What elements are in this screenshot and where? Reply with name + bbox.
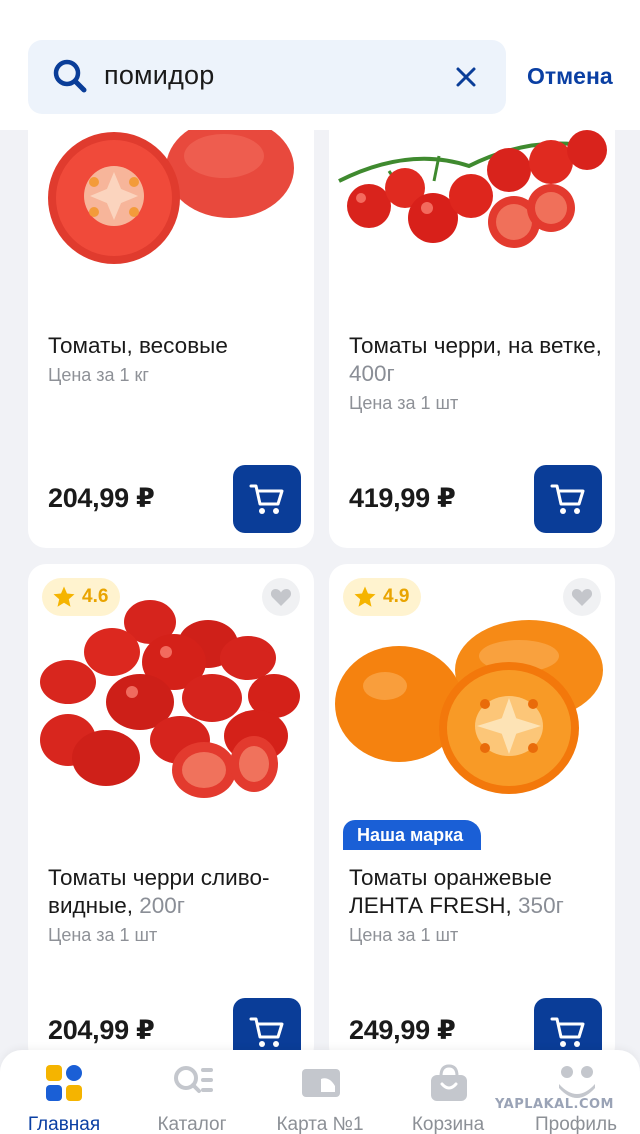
product-title[interactable]: Томаты черри сливо-видные, 200г (48, 864, 304, 920)
product-title[interactable]: Томаты оранжевые ЛЕНТА FRESH, 350г (349, 864, 605, 920)
catalog-icon (174, 1066, 213, 1093)
cart-icon (550, 484, 585, 514)
favorite-button[interactable] (262, 578, 300, 616)
tomato-halves-image (48, 118, 294, 264)
rating-value: 4.9 (383, 586, 410, 607)
cancel-button[interactable]: Отмена (527, 63, 613, 90)
watermark: YAPLAKAL.COM (495, 1097, 614, 1112)
search-input[interactable]: помидор (28, 40, 506, 114)
own-brand-badge: Наша марка (343, 820, 482, 850)
price-unit: Цена за 1 шт (349, 925, 459, 945)
cart-icon (550, 1017, 585, 1047)
price-unit: Цена за 1 кг (48, 365, 149, 385)
add-to-cart-button[interactable] (233, 465, 301, 533)
heart-icon (571, 589, 593, 606)
product-title[interactable]: Томаты черри, на ветке, 400г (349, 332, 605, 388)
cart-icon (249, 484, 284, 514)
nav-label: Корзина (411, 1114, 485, 1134)
product-price: 249,99 ₽ (349, 1015, 456, 1045)
search-query[interactable]: помидор (104, 60, 214, 91)
nav-label: Профиль (534, 1114, 618, 1134)
rating-badge: 4.6 (42, 578, 121, 616)
heart-icon (270, 589, 292, 606)
bottom-navigation: Главная Каталог Карта №1 Корзина Профиль (0, 1050, 640, 1134)
nav-label: Каталог (157, 1114, 227, 1134)
price-unit: Цена за 1 шт (349, 393, 459, 413)
nav-label: Главная (27, 1114, 101, 1134)
star-icon (354, 586, 376, 607)
product-price: 204,99 ₽ (48, 1015, 155, 1045)
rating-value: 4.6 (82, 586, 109, 607)
search-header: помидор Отмена (0, 0, 640, 130)
search-icon (53, 59, 87, 93)
product-grid: Томаты, весовые Цена за 1 кг 204,99 ₽ То… (0, 0, 640, 1134)
product-card[interactable]: 4.6 Томаты черри сливо-видные, 200г Цена… (28, 564, 314, 1064)
home-tiles-icon (46, 1065, 82, 1101)
nav-label: Карта №1 (276, 1114, 364, 1134)
nav-home[interactable]: Главная (0, 1050, 128, 1134)
plum-cherry-image (40, 600, 300, 798)
close-icon[interactable] (454, 65, 478, 89)
product-price: 419,99 ₽ (349, 483, 456, 513)
product-price: 204,99 ₽ (48, 483, 155, 513)
product-card[interactable]: 4.9 Наша марка Томаты оранжевые ЛЕНТА FR… (329, 564, 615, 1064)
loyalty-card-icon (302, 1069, 340, 1097)
product-title[interactable]: Томаты, весовые (48, 332, 304, 360)
nav-basket[interactable]: Корзина (384, 1050, 512, 1134)
price-unit: Цена за 1 шт (48, 925, 158, 945)
orange-tomato-image (335, 620, 603, 794)
cherry-vine-image (338, 130, 607, 248)
nav-profile[interactable]: Профиль (512, 1050, 640, 1134)
product-card[interactable]: Томаты черри, на ветке, 400г Цена за 1 ш… (329, 96, 615, 548)
star-icon (53, 586, 75, 607)
favorite-button[interactable] (563, 578, 601, 616)
rating-badge: 4.9 (343, 578, 422, 616)
nav-catalog[interactable]: Каталог (128, 1050, 256, 1134)
product-card[interactable]: Томаты, весовые Цена за 1 кг 204,99 ₽ (28, 96, 314, 548)
add-to-cart-button[interactable] (534, 465, 602, 533)
basket-icon (431, 1064, 467, 1101)
cart-icon (249, 1017, 284, 1047)
nav-loyalty-card[interactable]: Карта №1 (256, 1050, 384, 1134)
